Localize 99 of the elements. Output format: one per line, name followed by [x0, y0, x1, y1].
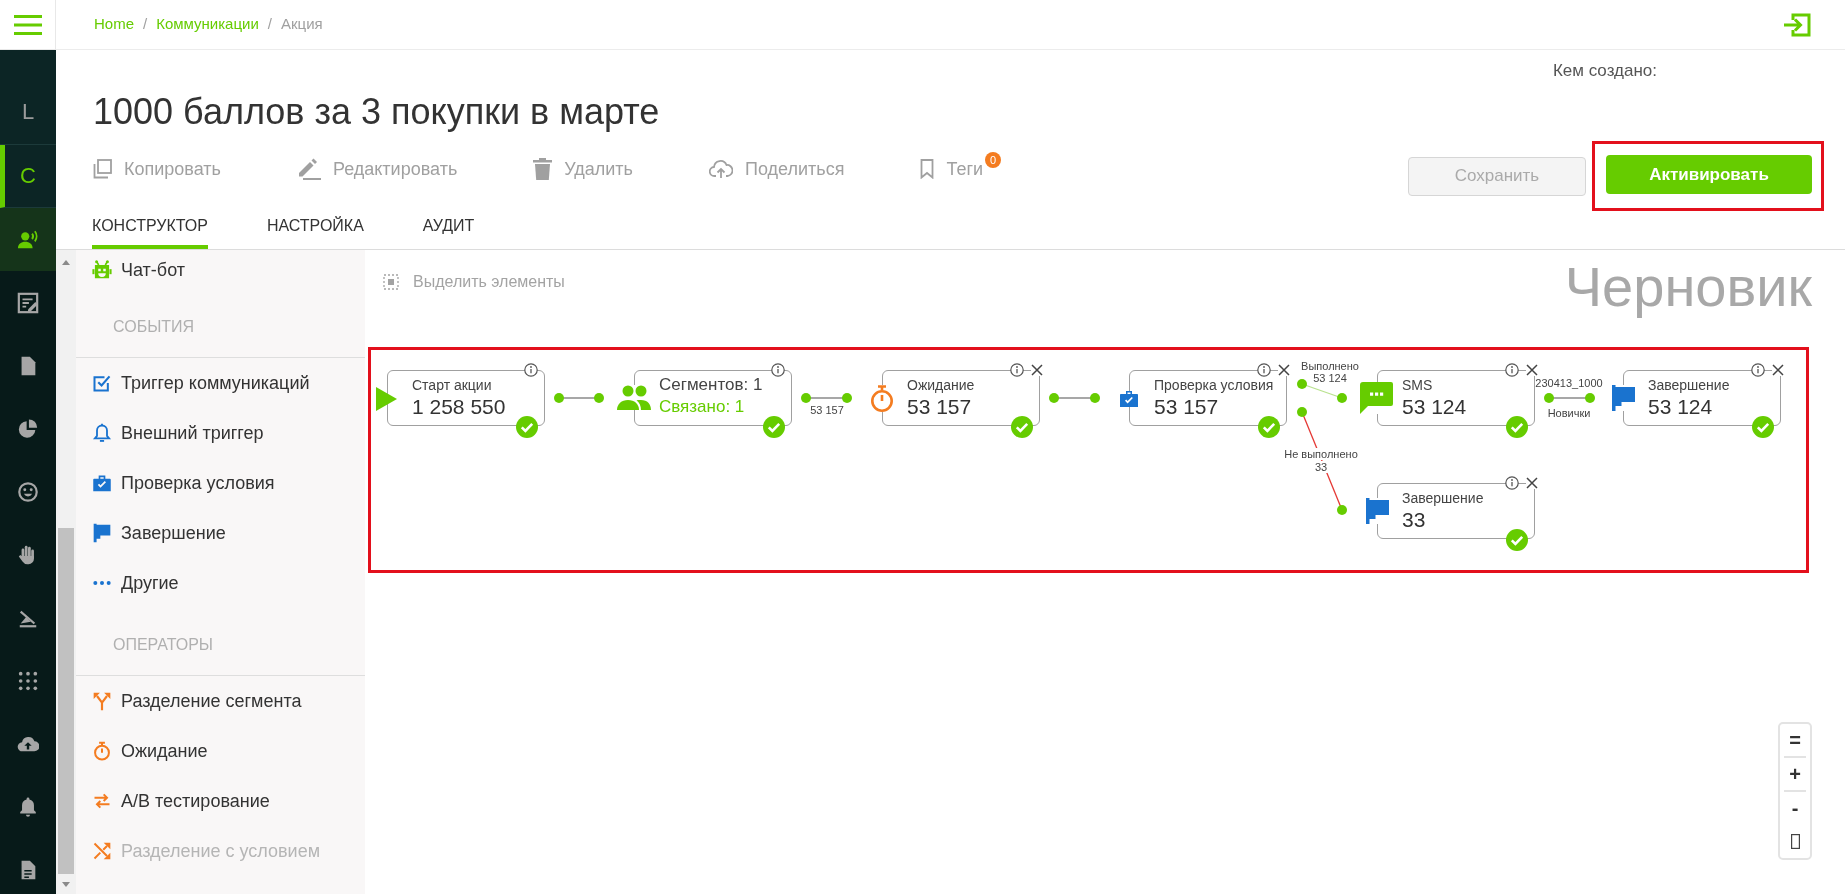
node-title: Ожидание [907, 376, 976, 394]
link-label: 33 [1313, 461, 1329, 473]
page-title: 1000 баллов за 3 покупки в марте [93, 92, 660, 132]
link-label: 230413_1000 [1534, 377, 1604, 389]
flag-icon [92, 523, 112, 543]
info-icon[interactable] [1257, 363, 1271, 377]
link-label: Выполнено [1300, 360, 1360, 372]
close-icon[interactable] [1278, 364, 1290, 376]
info-icon[interactable] [524, 363, 538, 377]
swap-arrows-icon [92, 791, 112, 811]
robot-icon [92, 260, 112, 280]
selection-icon [383, 274, 399, 290]
flag-icon [1366, 498, 1389, 524]
flow-node[interactable]: Завершение 33 [1377, 483, 1535, 539]
bell-icon[interactable] [17, 795, 39, 818]
tab[interactable]: АУДИТ [422, 206, 475, 249]
palette-item[interactable]: Внешний триггер [76, 408, 365, 458]
palette-item[interactable]: Чат-бот [76, 250, 365, 290]
breadcrumb-current: Акция [281, 14, 323, 35]
palette-item[interactable]: Триггер коммуникаций [76, 358, 365, 408]
close-icon[interactable] [1031, 364, 1043, 376]
copy-icon [92, 159, 112, 179]
info-icon[interactable] [1505, 363, 1519, 377]
dot-grid-icon[interactable] [17, 669, 39, 692]
more-icon [93, 581, 111, 585]
node-title: Сегментов: 1 [659, 375, 764, 395]
play-icon [376, 387, 397, 411]
bell-icon [92, 423, 112, 443]
scrollbar[interactable] [56, 250, 76, 894]
node-title: Завершение [1648, 376, 1731, 394]
reset-zoom-button[interactable]: = [1783, 724, 1807, 756]
created-by-label: Кем создано: [1552, 60, 1657, 83]
zoom-out-button[interactable]: - [1783, 792, 1807, 824]
chat-bubble-icon [1360, 382, 1393, 414]
close-icon[interactable] [1772, 364, 1784, 376]
node-title: Завершение [1402, 489, 1485, 507]
flag-icon [1612, 385, 1635, 411]
flow-node[interactable]: Сегментов: 1 Связано: 1 [634, 370, 792, 426]
breadcrumb-separator: / [267, 14, 272, 35]
palette-item[interactable]: А/В тестирование [76, 776, 365, 826]
stopwatch-icon [870, 385, 894, 412]
nav-item-highlight[interactable] [0, 208, 56, 271]
scroll-down-icon[interactable] [62, 882, 70, 887]
pie-chart-icon[interactable] [17, 417, 39, 440]
trash-icon [533, 158, 553, 180]
close-icon[interactable] [1526, 477, 1538, 489]
info-icon[interactable] [1010, 363, 1024, 377]
scroll-up-icon[interactable] [62, 260, 70, 265]
info-icon[interactable] [1751, 363, 1765, 377]
palette-item[interactable]: Ожидание [76, 726, 365, 776]
node-count: 53 124 [1402, 394, 1468, 420]
status-label: Черновик [1564, 258, 1812, 316]
palette-item[interactable]: Завершение [76, 508, 365, 558]
pencil-icon [296, 158, 321, 180]
person-speaking-icon[interactable] [17, 228, 39, 251]
palette-item[interactable]: Разделение сегмента [76, 676, 365, 726]
cloud-upload-icon [709, 159, 733, 179]
breadcrumb-separator: / [143, 14, 148, 35]
section-title: ОПЕРАТОРЫ [113, 634, 213, 655]
stopwatch-icon [92, 741, 112, 761]
close-icon[interactable] [1526, 364, 1538, 376]
flow-node[interactable]: Завершение 53 124 [1623, 370, 1781, 426]
nav-item[interactable]: L [0, 50, 56, 145]
tab[interactable]: НАСТРОЙКА [266, 206, 364, 249]
flow-node[interactable]: Проверка условия 53 157 [1129, 370, 1287, 426]
flow-node[interactable]: Ожидание 53 157 [882, 370, 1040, 426]
link-label: 53 124 [1312, 372, 1348, 384]
fork-arrows-icon [92, 691, 112, 711]
count-badge: 0 [985, 152, 1002, 168]
nav-item[interactable]: C [0, 145, 56, 208]
node-count: 53 124 [1648, 394, 1714, 420]
node-status: Связано: 1 [659, 396, 746, 418]
flow-node[interactable]: SMS 53 124 [1377, 370, 1535, 426]
scrollbar-thumb[interactable] [58, 528, 74, 874]
palette-item[interactable]: Проверка условия [76, 458, 365, 508]
node-title: Проверка условия [1154, 376, 1275, 394]
node-title: Старт акции [412, 376, 493, 394]
flow-node[interactable]: Старт акции 1 258 550 [387, 370, 545, 426]
info-icon[interactable] [771, 363, 785, 377]
palette-item[interactable]: Другие [76, 558, 365, 608]
bookmark-icon [920, 159, 935, 179]
section-title: СОБЫТИЯ [113, 316, 195, 337]
link-label: 53 157 [809, 404, 845, 416]
node-count: 1 258 550 [412, 394, 507, 420]
node-count: 53 157 [1154, 394, 1220, 420]
checkbox-icon [92, 373, 112, 393]
link-label: Не выполнено [1283, 448, 1359, 460]
shuffle-icon [92, 841, 112, 861]
edit-document-icon[interactable] [17, 291, 39, 314]
zoom-in-button[interactable]: + [1783, 758, 1807, 790]
node-title: SMS [1402, 376, 1434, 394]
link-label: Новички [1546, 407, 1592, 419]
rectangle-icon[interactable] [1790, 833, 1800, 849]
smiley-icon[interactable] [17, 480, 39, 503]
node-count: 53 157 [907, 394, 973, 420]
node-count: 33 [1402, 507, 1427, 533]
info-icon[interactable] [1505, 476, 1519, 490]
briefcase-check-icon [92, 473, 112, 493]
briefcase-check-icon [1120, 391, 1138, 407]
